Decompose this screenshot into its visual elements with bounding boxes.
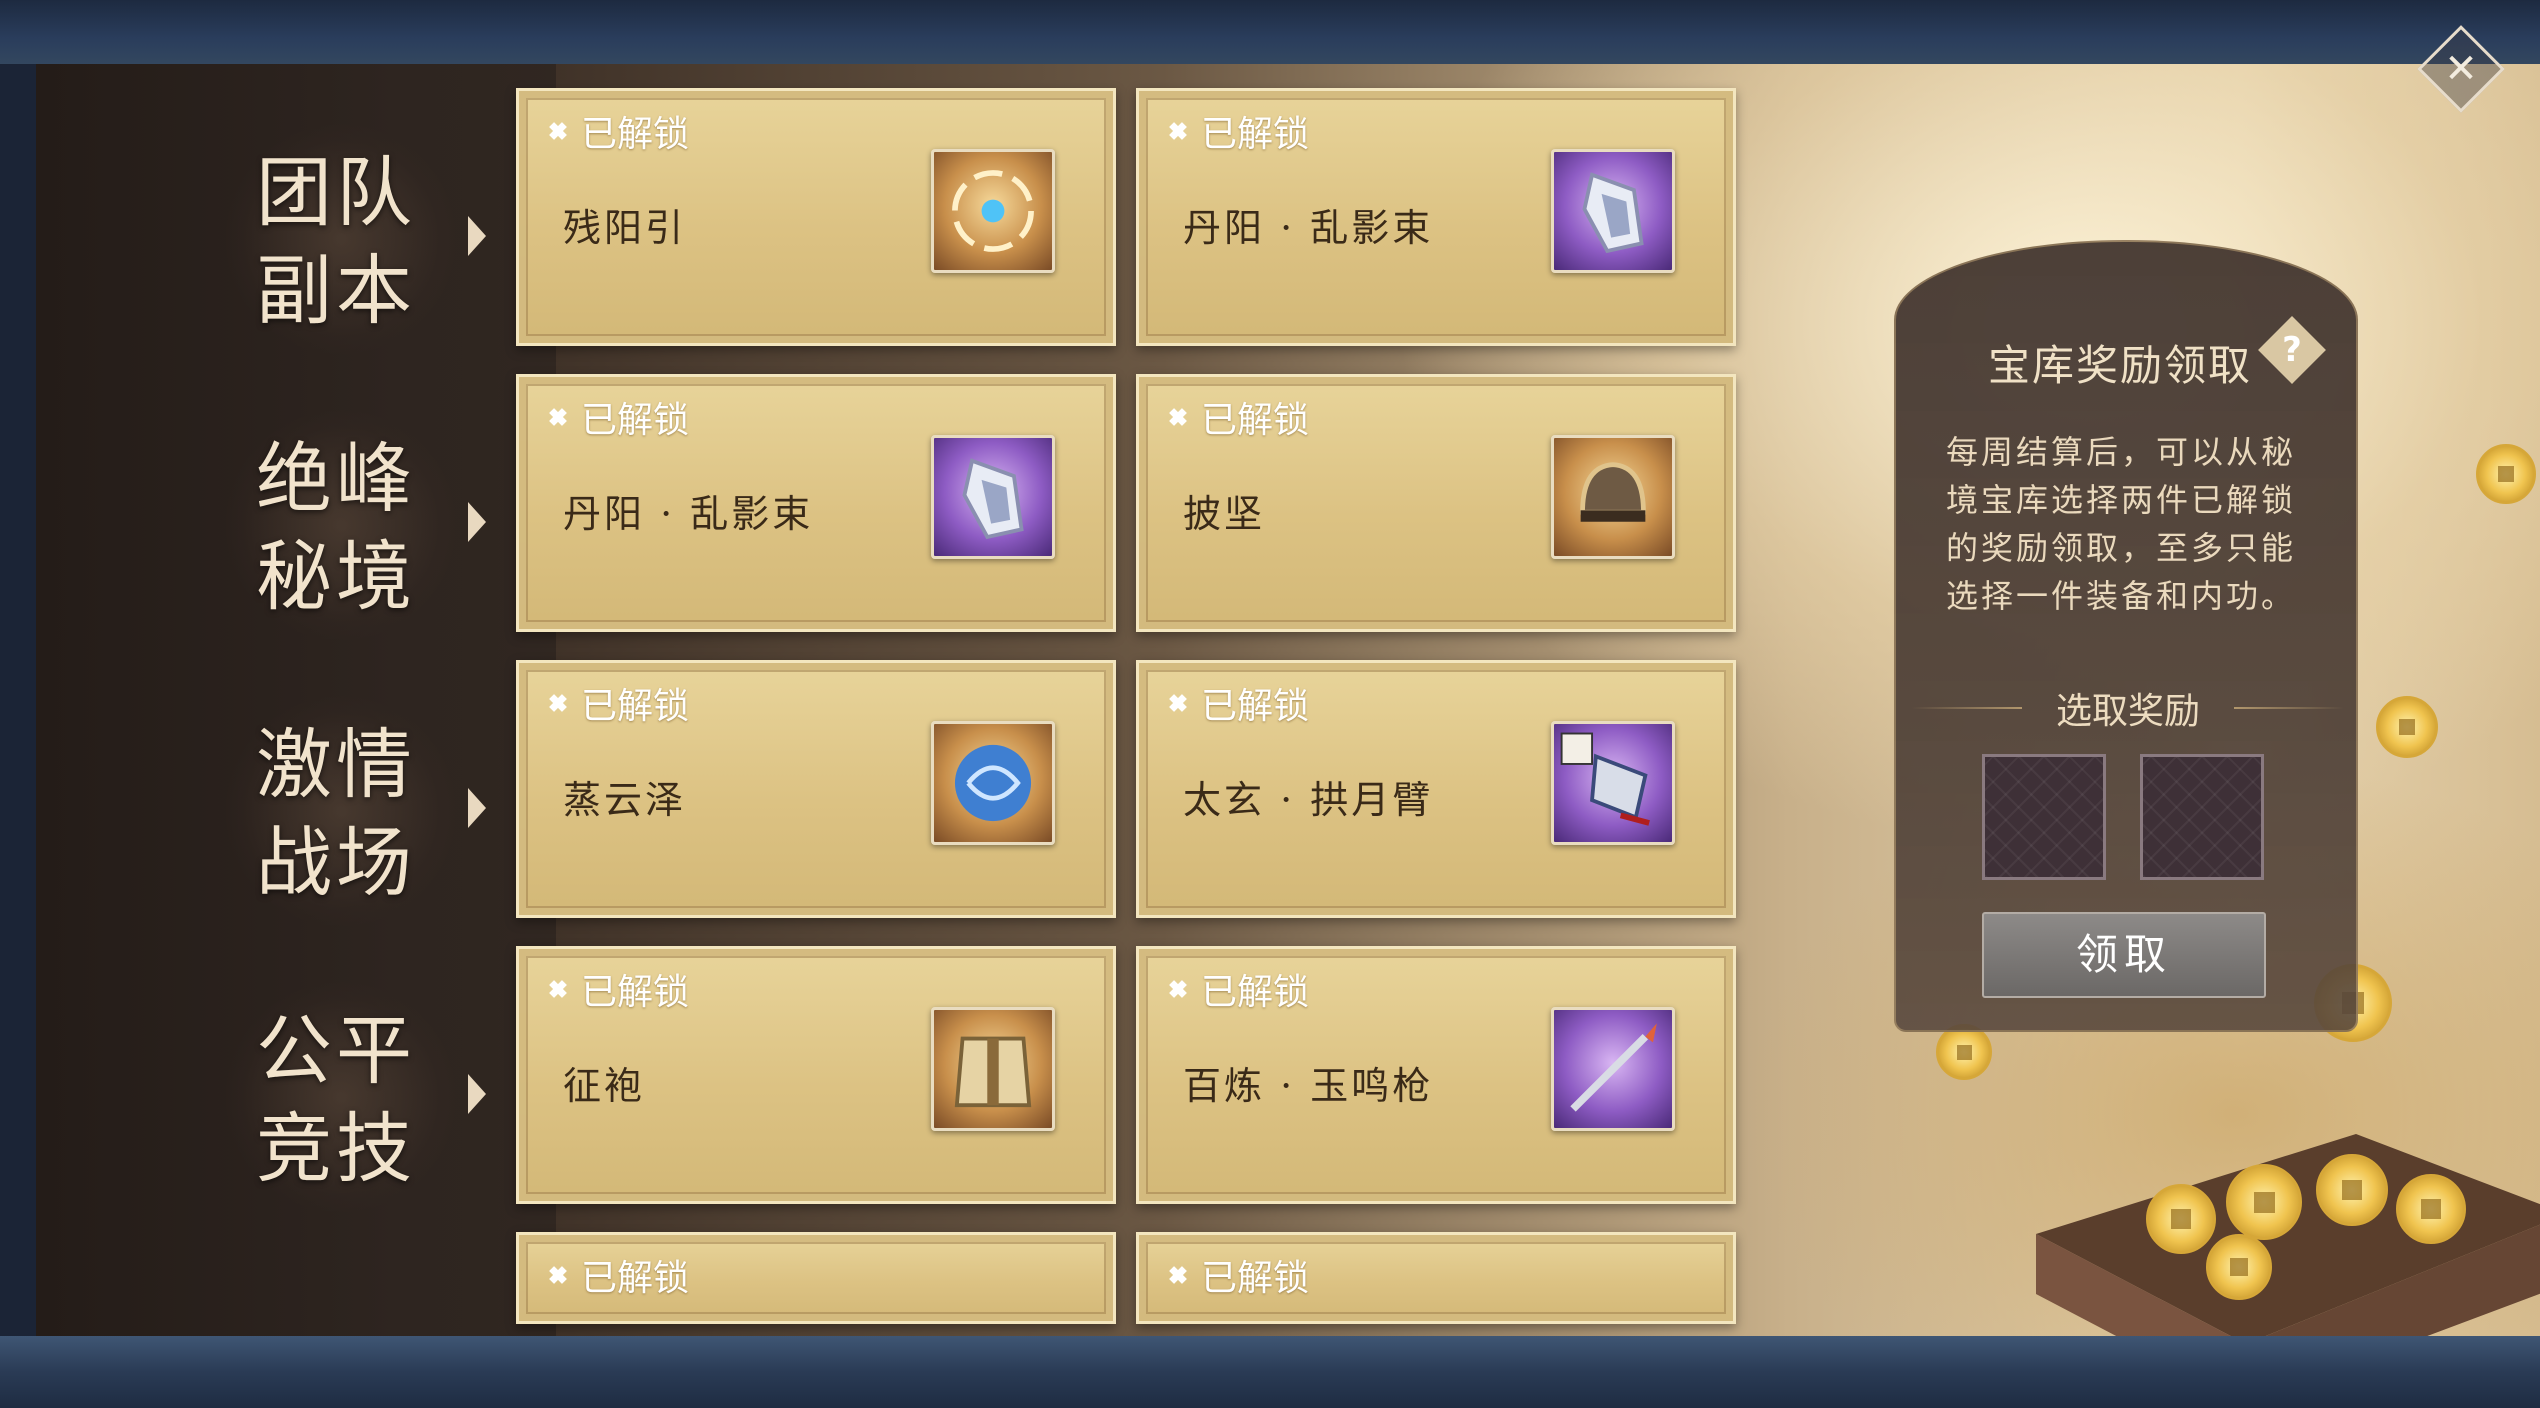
category-label: 团队 副本 bbox=[256, 148, 416, 335]
item-name: 征袍 bbox=[563, 1064, 646, 1108]
reward-slot-1[interactable] bbox=[1982, 754, 2106, 880]
unlock-status: 已解锁 bbox=[1165, 105, 1309, 157]
diamond-icon bbox=[545, 1262, 571, 1288]
category-team-dungeon[interactable]: 团队 副本 bbox=[186, 124, 516, 354]
reward-card[interactable]: 已解锁 太玄 · 拱月臂 bbox=[1136, 660, 1736, 918]
reward-card[interactable]: 已解锁 bbox=[516, 1232, 1116, 1324]
armor-robe-icon[interactable] bbox=[931, 1007, 1055, 1131]
unlock-status-label: 已解锁 bbox=[581, 1258, 690, 1299]
unlock-status-label: 已解锁 bbox=[581, 686, 690, 727]
coin-icon bbox=[2206, 1234, 2272, 1300]
category-fair-arena[interactable]: 公平 竞技 bbox=[186, 982, 516, 1212]
item-name: 蒸云泽 bbox=[563, 778, 687, 822]
reward-claim-panel: 宝库奖励领取 ? 每周结算后，可以从秘境宝库选择两件已解锁的奖励领取，至多只能选… bbox=[1894, 240, 2358, 1032]
coin-icon bbox=[2376, 696, 2438, 758]
bracer-icon[interactable] bbox=[931, 435, 1055, 559]
reward-card[interactable]: 已解锁 丹阳 · 乱影束 bbox=[1136, 88, 1736, 346]
category-peak-realm[interactable]: 绝峰 秘境 bbox=[186, 410, 516, 640]
coin-icon bbox=[2146, 1184, 2216, 1254]
unlock-status: 已解锁 bbox=[1165, 391, 1309, 443]
reward-slot-2[interactable] bbox=[2140, 754, 2264, 880]
diamond-icon bbox=[1165, 1262, 1191, 1288]
unlock-status: 已解锁 bbox=[545, 1249, 689, 1301]
unlock-status-label: 已解锁 bbox=[581, 114, 690, 155]
reward-card[interactable]: 已解锁 丹阳 · 乱影束 bbox=[516, 374, 1116, 632]
unlock-status: 已解锁 bbox=[1165, 963, 1309, 1015]
diamond-icon bbox=[1165, 404, 1191, 430]
bracer-icon[interactable] bbox=[1551, 149, 1675, 273]
diamond-icon bbox=[1165, 118, 1191, 144]
reward-card[interactable]: 已解锁 蒸云泽 bbox=[516, 660, 1116, 918]
helmet-icon[interactable] bbox=[1551, 435, 1675, 559]
category-label: 公平 竞技 bbox=[256, 1006, 416, 1193]
question-icon: ? bbox=[2282, 330, 2302, 370]
unlock-status-label: 已解锁 bbox=[1201, 114, 1310, 155]
water-orb-icon[interactable] bbox=[931, 721, 1055, 845]
diamond-icon bbox=[545, 690, 571, 716]
unlock-status-label: 已解锁 bbox=[1201, 400, 1310, 441]
coin-icon bbox=[2396, 1174, 2466, 1244]
item-name: 残阳引 bbox=[563, 206, 687, 250]
unlock-status: 已解锁 bbox=[1165, 1249, 1309, 1301]
item-name: 丹阳 · 乱影束 bbox=[563, 492, 814, 536]
diamond-icon bbox=[1165, 690, 1191, 716]
item-name: 百炼 · 玉鸣枪 bbox=[1183, 1064, 1434, 1108]
top-frame-strip bbox=[0, 0, 2540, 64]
reward-card[interactable]: 已解锁 百炼 · 玉鸣枪 bbox=[1136, 946, 1736, 1204]
unlock-status-label: 已解锁 bbox=[1201, 972, 1310, 1013]
category-battlefield[interactable]: 激情 战场 bbox=[186, 696, 516, 926]
chevron-right-icon bbox=[468, 216, 486, 256]
reward-card[interactable]: 已解锁 残阳引 bbox=[516, 88, 1116, 346]
unlock-status-label: 已解锁 bbox=[1201, 686, 1310, 727]
category-label: 激情 战场 bbox=[256, 720, 416, 907]
category-label: 绝峰 秘境 bbox=[256, 434, 416, 621]
vault-panel: 团队 副本 绝峰 秘境 激情 战场 公平 竞技 已解锁 残阳引 已解锁 丹阳 ·… bbox=[36, 64, 2540, 1336]
unlock-status: 已解锁 bbox=[545, 105, 689, 157]
category-menu: 团队 副本 绝峰 秘境 激情 战场 公平 竞技 bbox=[36, 64, 556, 1336]
diamond-icon bbox=[545, 976, 571, 1002]
item-name: 丹阳 · 乱影束 bbox=[1183, 206, 1434, 250]
reward-card[interactable]: 已解锁 征袍 bbox=[516, 946, 1116, 1204]
item-name: 太玄 · 拱月臂 bbox=[1183, 778, 1434, 822]
reward-panel-title: 宝库奖励领取 bbox=[1988, 341, 2253, 390]
item-name: 披坚 bbox=[1183, 492, 1266, 536]
unlock-status: 已解锁 bbox=[545, 677, 689, 729]
claim-button[interactable]: 领取 bbox=[1982, 912, 2266, 998]
coin-icon bbox=[1936, 1024, 1992, 1080]
help-button[interactable]: ? bbox=[2258, 316, 2326, 384]
chevron-right-icon bbox=[468, 502, 486, 542]
reward-card[interactable]: 已解锁 披坚 bbox=[1136, 374, 1736, 632]
reward-description: 每周结算后，可以从秘境宝库选择两件已解锁的奖励领取，至多只能选择一件装备和内功。 bbox=[1946, 433, 2297, 615]
unlock-status-label: 已解锁 bbox=[1201, 1258, 1310, 1299]
unlock-status: 已解锁 bbox=[1165, 677, 1309, 729]
unlock-status: 已解锁 bbox=[545, 391, 689, 443]
divider-right bbox=[2234, 707, 2344, 709]
diamond-icon bbox=[545, 118, 571, 144]
diamond-icon bbox=[545, 404, 571, 430]
diamond-icon bbox=[1165, 976, 1191, 1002]
unlock-status-label: 已解锁 bbox=[581, 972, 690, 1013]
arm-guard-icon[interactable] bbox=[1551, 721, 1675, 845]
chevron-right-icon bbox=[468, 1074, 486, 1114]
treasure-chest-illustration bbox=[2026, 1094, 2540, 1336]
close-icon: ✕ bbox=[2444, 46, 2478, 92]
bottom-frame-strip bbox=[0, 1336, 2540, 1408]
swirl-orb-icon[interactable] bbox=[931, 149, 1055, 273]
spear-icon[interactable] bbox=[1551, 1007, 1675, 1131]
coin-icon bbox=[2226, 1164, 2302, 1240]
unlock-status: 已解锁 bbox=[545, 963, 689, 1015]
coin-icon bbox=[2316, 1154, 2388, 1226]
reward-card[interactable]: 已解锁 bbox=[1136, 1232, 1736, 1324]
coin-icon bbox=[2476, 444, 2536, 504]
unlock-status-label: 已解锁 bbox=[581, 400, 690, 441]
chevron-right-icon bbox=[468, 788, 486, 828]
